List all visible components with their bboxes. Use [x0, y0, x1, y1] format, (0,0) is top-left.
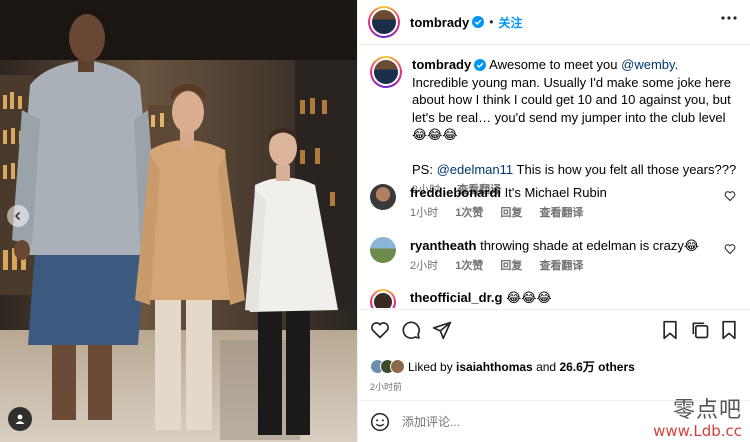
- copy-icon[interactable]: [690, 320, 710, 340]
- post-caption: tombrady Awesome to meet you @wemby. Inc…: [370, 56, 740, 200]
- caption-username[interactable]: tombrady: [412, 57, 471, 72]
- watermark-text: 零点吧: [672, 398, 742, 423]
- watermark-url: www.Ldb.cc: [653, 422, 742, 440]
- watermark: 零点吧 www.Ldb.cc: [653, 399, 742, 440]
- likes-summary: Liked by isaiahthomas and 26.6万 others: [370, 358, 635, 375]
- commenter-avatar[interactable]: [370, 289, 396, 308]
- mention-link[interactable]: @wemby: [621, 57, 674, 72]
- commenter-avatar[interactable]: [370, 237, 396, 263]
- comment-icon[interactable]: [401, 320, 421, 340]
- heart-icon[interactable]: [724, 190, 736, 202]
- comment-text: 😂😂😂: [506, 290, 552, 305]
- reply-button[interactable]: 回复: [500, 260, 522, 272]
- more-icon[interactable]: [721, 16, 737, 20]
- add-comment-input[interactable]: [402, 414, 602, 429]
- comment-item: freddiebonardi It's Michael Rubin 1小时 1次…: [370, 184, 740, 222]
- comment-text: throwing shade at edelman is crazy😂: [480, 238, 700, 253]
- post-header: tombrady • 关注: [358, 0, 750, 45]
- heart-icon[interactable]: [724, 243, 736, 255]
- caption-ps-rest: This is how you felt all those years???: [513, 161, 737, 177]
- reels-icon[interactable]: [661, 320, 679, 340]
- share-icon[interactable]: [432, 320, 452, 340]
- header-separator: •: [489, 15, 494, 29]
- comment-username[interactable]: freddiebonardi: [410, 185, 501, 200]
- post-timestamp: 2小时前: [370, 382, 403, 392]
- user-tag-icon[interactable]: [8, 407, 32, 431]
- heart-icon[interactable]: [370, 320, 390, 340]
- caption-text-main: Awesome to meet you: [489, 57, 622, 72]
- comment-item: ryantheath throwing shade at edelman is …: [370, 237, 740, 275]
- comment-likes-count[interactable]: 1次赞: [455, 260, 483, 272]
- likes-prefix: Liked by: [408, 360, 457, 374]
- likes-count[interactable]: 26.6万: [559, 360, 594, 374]
- comment-username[interactable]: theofficial_dr.g: [410, 290, 502, 305]
- reply-button[interactable]: 回复: [500, 207, 522, 219]
- caption-ps-prefix: PS:: [412, 161, 437, 177]
- comment-time: 2小时: [410, 260, 439, 272]
- author-avatar[interactable]: [368, 6, 400, 38]
- author-username[interactable]: tombrady: [410, 15, 469, 30]
- emoji-icon[interactable]: [370, 412, 390, 432]
- post-photo-image: [0, 0, 357, 442]
- liker-avatar: [390, 359, 405, 374]
- liker-username[interactable]: isaiahthomas: [456, 360, 533, 374]
- comment-likes-count[interactable]: 1次赞: [455, 207, 483, 219]
- comment-item: theofficial_dr.g 😂😂😂: [370, 289, 740, 308]
- post-panel: tombrady • 关注 tombrady Awesome to meet y…: [357, 0, 750, 442]
- action-bar: [358, 309, 750, 353]
- prev-arrow-icon[interactable]: [7, 205, 29, 227]
- comment-text: It's Michael Rubin: [504, 185, 607, 200]
- comment-username[interactable]: ryantheath: [410, 238, 476, 253]
- likes-middle: and: [532, 360, 560, 374]
- comment-time: 1小时: [410, 207, 439, 219]
- likes-suffix[interactable]: others: [595, 360, 635, 374]
- see-translation-button[interactable]: 查看翻译: [539, 260, 583, 272]
- caption-avatar[interactable]: [370, 56, 402, 88]
- verified-icon: [472, 16, 485, 28]
- save-icon[interactable]: [720, 320, 738, 340]
- verified-icon: [474, 59, 487, 71]
- comments-list[interactable]: tombrady Awesome to meet you @wemby. Inc…: [358, 46, 750, 308]
- mention-link[interactable]: @edelman11: [437, 162, 514, 177]
- follow-button[interactable]: 关注: [498, 14, 522, 31]
- post-photo[interactable]: [0, 0, 357, 442]
- see-translation-button[interactable]: 查看翻译: [539, 207, 583, 219]
- commenter-avatar[interactable]: [370, 184, 396, 210]
